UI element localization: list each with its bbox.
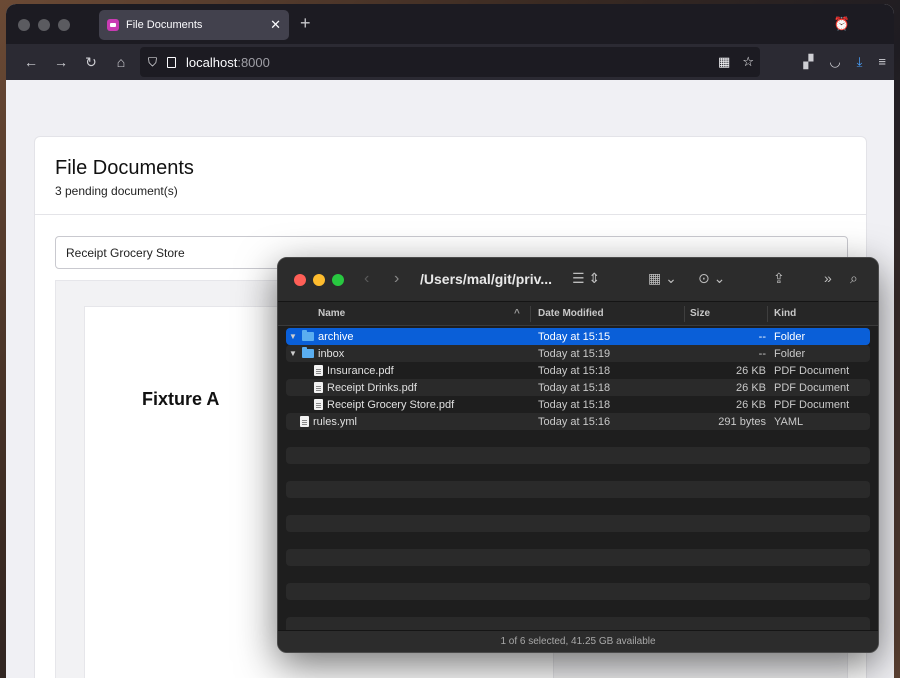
overflow-icon[interactable]: » (824, 270, 832, 286)
list-item[interactable]: ▼ inbox Today at 15:19 -- Folder (286, 345, 870, 362)
file-size: 26 KB (736, 398, 766, 411)
grid-view-icon[interactable]: ▦ ⌄ (648, 270, 677, 287)
column-name[interactable]: Name (318, 308, 345, 319)
more-actions-icon[interactable]: ⊙ ⌄ (698, 270, 725, 287)
pocket-icon[interactable]: ◡ (829, 54, 840, 70)
favicon-icon (107, 19, 119, 31)
back-button[interactable]: ← (16, 54, 46, 70)
file-date: Today at 15:16 (538, 415, 611, 428)
yaml-file-icon (300, 416, 309, 427)
close-window-button[interactable] (18, 19, 30, 31)
page-title: File Documents (55, 157, 194, 179)
url-port: :8000 (237, 54, 270, 70)
navigation-bar: ← → ↻ ⌂ ⛉ localhost :8000 ▦ ☆ ▞ ◡ ⤓ ≡ (6, 44, 894, 80)
tab-bar: File Documents ✕ + ⏰ (6, 4, 894, 44)
zoom-window-button[interactable] (58, 19, 70, 31)
finder-path: /Users/mal/git/priv... (420, 271, 553, 287)
list-item[interactable]: ▼ archive Today at 15:15 -- Folder (286, 328, 870, 345)
file-date: Today at 15:19 (538, 347, 611, 360)
pending-count: 3 pending document(s) (55, 184, 178, 198)
finder-close-button[interactable] (294, 274, 306, 286)
file-name: Insurance.pdf (327, 364, 394, 377)
disclosure-chevron-icon[interactable]: ▼ (288, 332, 298, 341)
finder-minimize-button[interactable] (313, 274, 325, 286)
finder-column-header: Name ^ Date Modified Size Kind (278, 302, 878, 326)
pdf-document-icon (314, 399, 323, 410)
file-kind: PDF Document (774, 364, 850, 377)
shield-icon[interactable]: ⛉ (148, 55, 157, 70)
file-kind: PDF Document (774, 381, 850, 394)
file-kind: PDF Document (774, 398, 850, 411)
finder-back-icon[interactable]: ‹ (364, 270, 369, 288)
file-date: Today at 15:18 (538, 381, 611, 394)
forward-button[interactable]: → (46, 54, 76, 70)
column-size[interactable]: Size (690, 308, 710, 319)
share-icon[interactable]: ⇪ (773, 270, 785, 287)
folder-icon (302, 347, 314, 358)
file-name: Receipt Grocery Store.pdf (327, 398, 455, 411)
file-name: rules.yml (313, 415, 358, 428)
close-tab-icon[interactable]: ✕ (270, 17, 281, 33)
search-icon[interactable]: ⌕ (850, 270, 858, 287)
extensions-icon[interactable]: ▞ (803, 54, 813, 70)
file-kind: Folder (774, 347, 806, 360)
reload-button[interactable]: ↻ (76, 54, 106, 71)
sort-chevron-up-icon: ^ (514, 308, 520, 319)
file-date: Today at 15:15 (538, 330, 611, 343)
minimize-window-button[interactable] (38, 19, 50, 31)
list-item[interactable]: Receipt Drinks.pdf Today at 15:18 26 KB … (286, 379, 870, 396)
tab-title: File Documents (126, 19, 203, 31)
pdf-document-icon (314, 365, 323, 376)
list-item[interactable]: Receipt Grocery Store.pdf Today at 15:18… (286, 396, 870, 413)
column-kind[interactable]: Kind (774, 308, 796, 319)
list-item[interactable]: rules.yml Today at 15:16 291 bytes YAML (286, 413, 870, 430)
file-name: Receipt Drinks.pdf (327, 381, 417, 394)
preview-label: Fixture A (142, 389, 220, 409)
list-view-icon[interactable]: ☰ ⇕ (572, 270, 600, 287)
file-size: 26 KB (736, 381, 766, 394)
url-host: localhost (186, 54, 238, 70)
downloads-icon[interactable]: ⤓ (857, 54, 863, 70)
disclosure-chevron-icon[interactable]: ▼ (288, 349, 298, 358)
page-icon (167, 56, 177, 68)
file-kind: YAML (774, 415, 804, 428)
url-bar[interactable]: ⛉ localhost :8000 ▦ ☆ (140, 47, 760, 77)
file-kind: Folder (774, 330, 806, 343)
finder-window: ‹ › /Users/mal/git/priv... ☰ ⇕ ▦ ⌄ ⊙ ⌄ ⇪… (277, 257, 879, 653)
tab-file-documents[interactable]: File Documents ✕ (99, 10, 289, 40)
folder-icon (302, 330, 314, 341)
file-date: Today at 15:18 (538, 364, 611, 377)
menu-icon[interactable]: ≡ (878, 54, 886, 70)
file-name: inbox (318, 347, 345, 360)
file-date: Today at 15:18 (538, 398, 611, 411)
file-size: -- (758, 330, 766, 343)
new-tab-button[interactable]: + (300, 13, 311, 34)
list-item[interactable]: Insurance.pdf Today at 15:18 26 KB PDF D… (286, 362, 870, 379)
finder-status-bar: 1 of 6 selected, 41.25 GB available (278, 630, 878, 652)
qr-code-icon[interactable]: ▦ (718, 54, 730, 70)
file-size: 26 KB (736, 364, 766, 377)
finder-toolbar: ‹ › /Users/mal/git/priv... ☰ ⇕ ▦ ⌄ ⊙ ⌄ ⇪… (278, 258, 878, 302)
file-name: archive (318, 330, 354, 343)
file-size: 291 bytes (718, 415, 766, 428)
window-controls (18, 19, 70, 31)
finder-forward-icon[interactable]: › (394, 270, 399, 288)
home-button[interactable]: ⌂ (106, 54, 136, 70)
file-size: -- (758, 347, 766, 360)
bookmark-star-icon[interactable]: ☆ (742, 54, 754, 70)
column-date-modified[interactable]: Date Modified (538, 308, 604, 319)
finder-file-list: ▼ archive Today at 15:15 -- Folder ▼ inb… (286, 328, 870, 652)
finder-zoom-button[interactable] (332, 274, 344, 286)
alarm-icon[interactable]: ⏰ (834, 16, 850, 32)
pdf-document-icon (314, 382, 323, 393)
